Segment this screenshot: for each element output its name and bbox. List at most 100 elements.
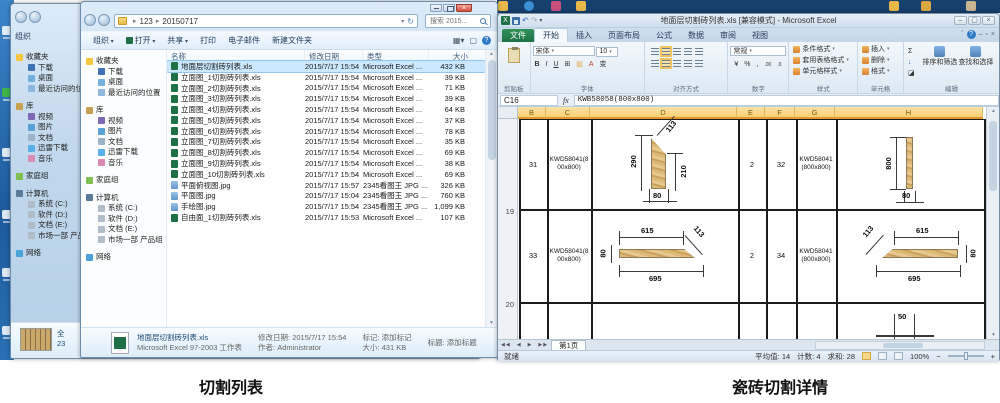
align-top-icon[interactable] bbox=[651, 48, 659, 55]
column-header[interactable]: 类型 bbox=[363, 50, 429, 60]
next-sheet-icon[interactable]: ▶ bbox=[525, 342, 536, 348]
ribbon-tab[interactable]: 页面布局 bbox=[600, 29, 648, 42]
file-title[interactable]: 标题: 添加标题 bbox=[428, 338, 477, 348]
sidebar-item[interactable]: 音乐 bbox=[16, 154, 86, 165]
file-row[interactable]: 自由面_1切割砖列表.xls 2015/7/17 15:53 Microsoft… bbox=[167, 212, 485, 223]
clear-button[interactable]: ◪ bbox=[906, 68, 917, 79]
horizontal-scrollbar[interactable] bbox=[815, 341, 985, 350]
sidebar-item[interactable]: 市场一部 产品组（专用） bbox=[86, 235, 166, 246]
file-row[interactable]: 立面图_7切割砖列表.xls 2015/7/17 15:54 Microsoft… bbox=[167, 137, 485, 148]
sidebar-item[interactable]: 家庭组 bbox=[16, 171, 86, 182]
sidebar-item[interactable]: 迅雷下载 bbox=[16, 143, 86, 154]
breadcrumb-root[interactable]: 123 bbox=[140, 17, 153, 26]
zoom-out-icon[interactable]: − bbox=[936, 352, 940, 361]
help-icon[interactable]: ? bbox=[482, 36, 491, 45]
forward-button[interactable] bbox=[98, 14, 110, 26]
vertical-scrollbar[interactable]: ▲ ▼ bbox=[986, 107, 999, 339]
sidebar-item[interactable]: 文档 bbox=[86, 137, 166, 148]
align-left-icon[interactable] bbox=[651, 60, 659, 67]
scrollbar-thumb[interactable] bbox=[883, 343, 923, 348]
help-icon[interactable]: ? bbox=[967, 30, 976, 39]
find-select-button[interactable]: 查找和选择 bbox=[958, 44, 994, 79]
phonetic-button[interactable]: 变 bbox=[597, 59, 608, 70]
wrap-text-icon[interactable] bbox=[695, 48, 703, 55]
file-icon[interactable] bbox=[966, 1, 976, 11]
file-row[interactable]: 立面图_10切割砖列表.xls 2015/7/17 15:54 Microsof… bbox=[167, 169, 485, 180]
name-box[interactable]: C16 bbox=[500, 95, 558, 106]
toolbar-button[interactable]: 打印 bbox=[194, 33, 222, 48]
file-row[interactable]: 立面图_3切割砖列表.xls 2015/7/17 15:54 Microsoft… bbox=[167, 93, 485, 104]
cell-c20[interactable]: KWD58041(800x800) bbox=[547, 209, 591, 302]
cell-g20[interactable]: KWD58041(800x800) bbox=[796, 209, 836, 302]
sidebar-item[interactable]: 最近访问的位置 bbox=[86, 88, 166, 99]
font-size-select[interactable]: 10 bbox=[596, 47, 618, 57]
fill-color-button[interactable]: ▨ bbox=[574, 59, 585, 70]
select-all-corner[interactable] bbox=[498, 107, 518, 119]
scroll-down-icon[interactable]: ▼ bbox=[489, 320, 494, 326]
sidebar-item[interactable]: 文档 bbox=[16, 133, 86, 144]
file-row[interactable]: 手绘图.jpg 2015/7/17 15:54 2345看图王 JPG ... … bbox=[167, 201, 485, 212]
folder-icon[interactable] bbox=[576, 1, 586, 11]
cell-b19[interactable]: 31 bbox=[519, 119, 547, 209]
toolbar-button[interactable]: 组织 bbox=[87, 33, 120, 48]
paste-button[interactable] bbox=[508, 48, 520, 63]
formula-value[interactable]: KWB58058(800x800) bbox=[574, 95, 999, 106]
align-bottom-icon[interactable] bbox=[673, 48, 681, 55]
column-header[interactable]: 修改日期 bbox=[305, 50, 363, 60]
sidebar-item[interactable]: 最近访问的位置 bbox=[16, 84, 86, 95]
style-button[interactable]: 单元格样式 bbox=[793, 66, 855, 77]
toolbar-button[interactable]: 共享 bbox=[161, 33, 194, 48]
sidebar-item[interactable]: 库 bbox=[86, 105, 166, 116]
forward-button[interactable] bbox=[29, 11, 41, 23]
first-sheet-icon[interactable]: ◀◀ bbox=[498, 342, 514, 348]
folder-icon[interactable] bbox=[889, 1, 899, 11]
views-icon[interactable]: ▦▾ bbox=[453, 36, 465, 45]
ribbon-tab[interactable]: 审阅 bbox=[712, 29, 744, 42]
cell-g19[interactable]: KWD58041(800x800) bbox=[796, 119, 836, 209]
sidebar-item[interactable]: 软件 (D:) bbox=[16, 210, 86, 221]
sheet-tab[interactable]: 第1页 bbox=[551, 340, 586, 350]
sidebar-item[interactable]: 家庭组 bbox=[86, 175, 166, 186]
decrease-decimal-icon[interactable]: .0 bbox=[775, 60, 783, 71]
zoom-level[interactable]: 100% bbox=[910, 352, 929, 361]
page-break-view-button[interactable] bbox=[894, 352, 903, 360]
align-center-icon[interactable] bbox=[662, 60, 670, 67]
zoom-slider[interactable] bbox=[948, 355, 984, 357]
organize-button[interactable]: 组织 bbox=[15, 32, 31, 41]
sidebar-item[interactable]: 音乐 bbox=[86, 158, 166, 169]
file-row[interactable]: 立面图_2切割砖列表.xls 2015/7/17 15:54 Microsoft… bbox=[167, 83, 485, 94]
scrollbar-thumb[interactable] bbox=[989, 121, 997, 191]
cell-e19[interactable]: 2 bbox=[738, 119, 766, 209]
sidebar-item[interactable]: 市场一部 产品组（专用） bbox=[16, 231, 86, 242]
restore-button[interactable]: ▢ bbox=[968, 16, 981, 25]
font-color-button[interactable]: A bbox=[587, 59, 596, 70]
scrollbar-thumb[interactable] bbox=[488, 60, 496, 160]
style-button[interactable]: 条件格式 bbox=[793, 44, 855, 55]
font-name-select[interactable]: 宋体 bbox=[533, 46, 595, 56]
column-header[interactable]: E bbox=[737, 107, 765, 119]
minimize-button[interactable]: – bbox=[954, 16, 967, 25]
cells-button[interactable]: 删除 bbox=[862, 55, 901, 66]
collapse-ribbon-icon[interactable]: ˆ bbox=[961, 31, 963, 38]
row-number[interactable]: 19 bbox=[506, 207, 514, 216]
prev-sheet-icon[interactable]: ◀ bbox=[514, 342, 525, 348]
file-row[interactable]: 立面图_4切割砖列表.xls 2015/7/17 15:54 Microsoft… bbox=[167, 104, 485, 115]
sidebar-item[interactable]: 桌面 bbox=[86, 77, 166, 88]
sidebar-item[interactable]: 下载 bbox=[86, 67, 166, 78]
ribbon-tab[interactable]: 插入 bbox=[568, 29, 600, 42]
sidebar-item[interactable]: 图片 bbox=[86, 126, 166, 137]
bold-button[interactable]: B bbox=[533, 59, 542, 70]
sidebar-item[interactable]: 网络 bbox=[16, 248, 86, 259]
normal-view-button[interactable] bbox=[862, 352, 871, 360]
column-header[interactable]: 名称 bbox=[167, 50, 305, 60]
row-number[interactable]: 20 bbox=[506, 300, 514, 309]
minimize-button[interactable] bbox=[430, 4, 442, 12]
sidebar-item[interactable]: 系统 (C:) bbox=[16, 199, 86, 210]
sidebar-item[interactable]: 计算机 bbox=[86, 193, 166, 204]
sidebar-item[interactable]: 视频 bbox=[16, 112, 86, 123]
workbook-close-icon[interactable]: × bbox=[991, 31, 995, 38]
close-button[interactable] bbox=[456, 4, 472, 12]
folder-icon[interactable] bbox=[498, 1, 508, 11]
ribbon-tab[interactable]: 开始 bbox=[534, 28, 568, 42]
sidebar-item[interactable]: 计算机 bbox=[16, 189, 86, 200]
